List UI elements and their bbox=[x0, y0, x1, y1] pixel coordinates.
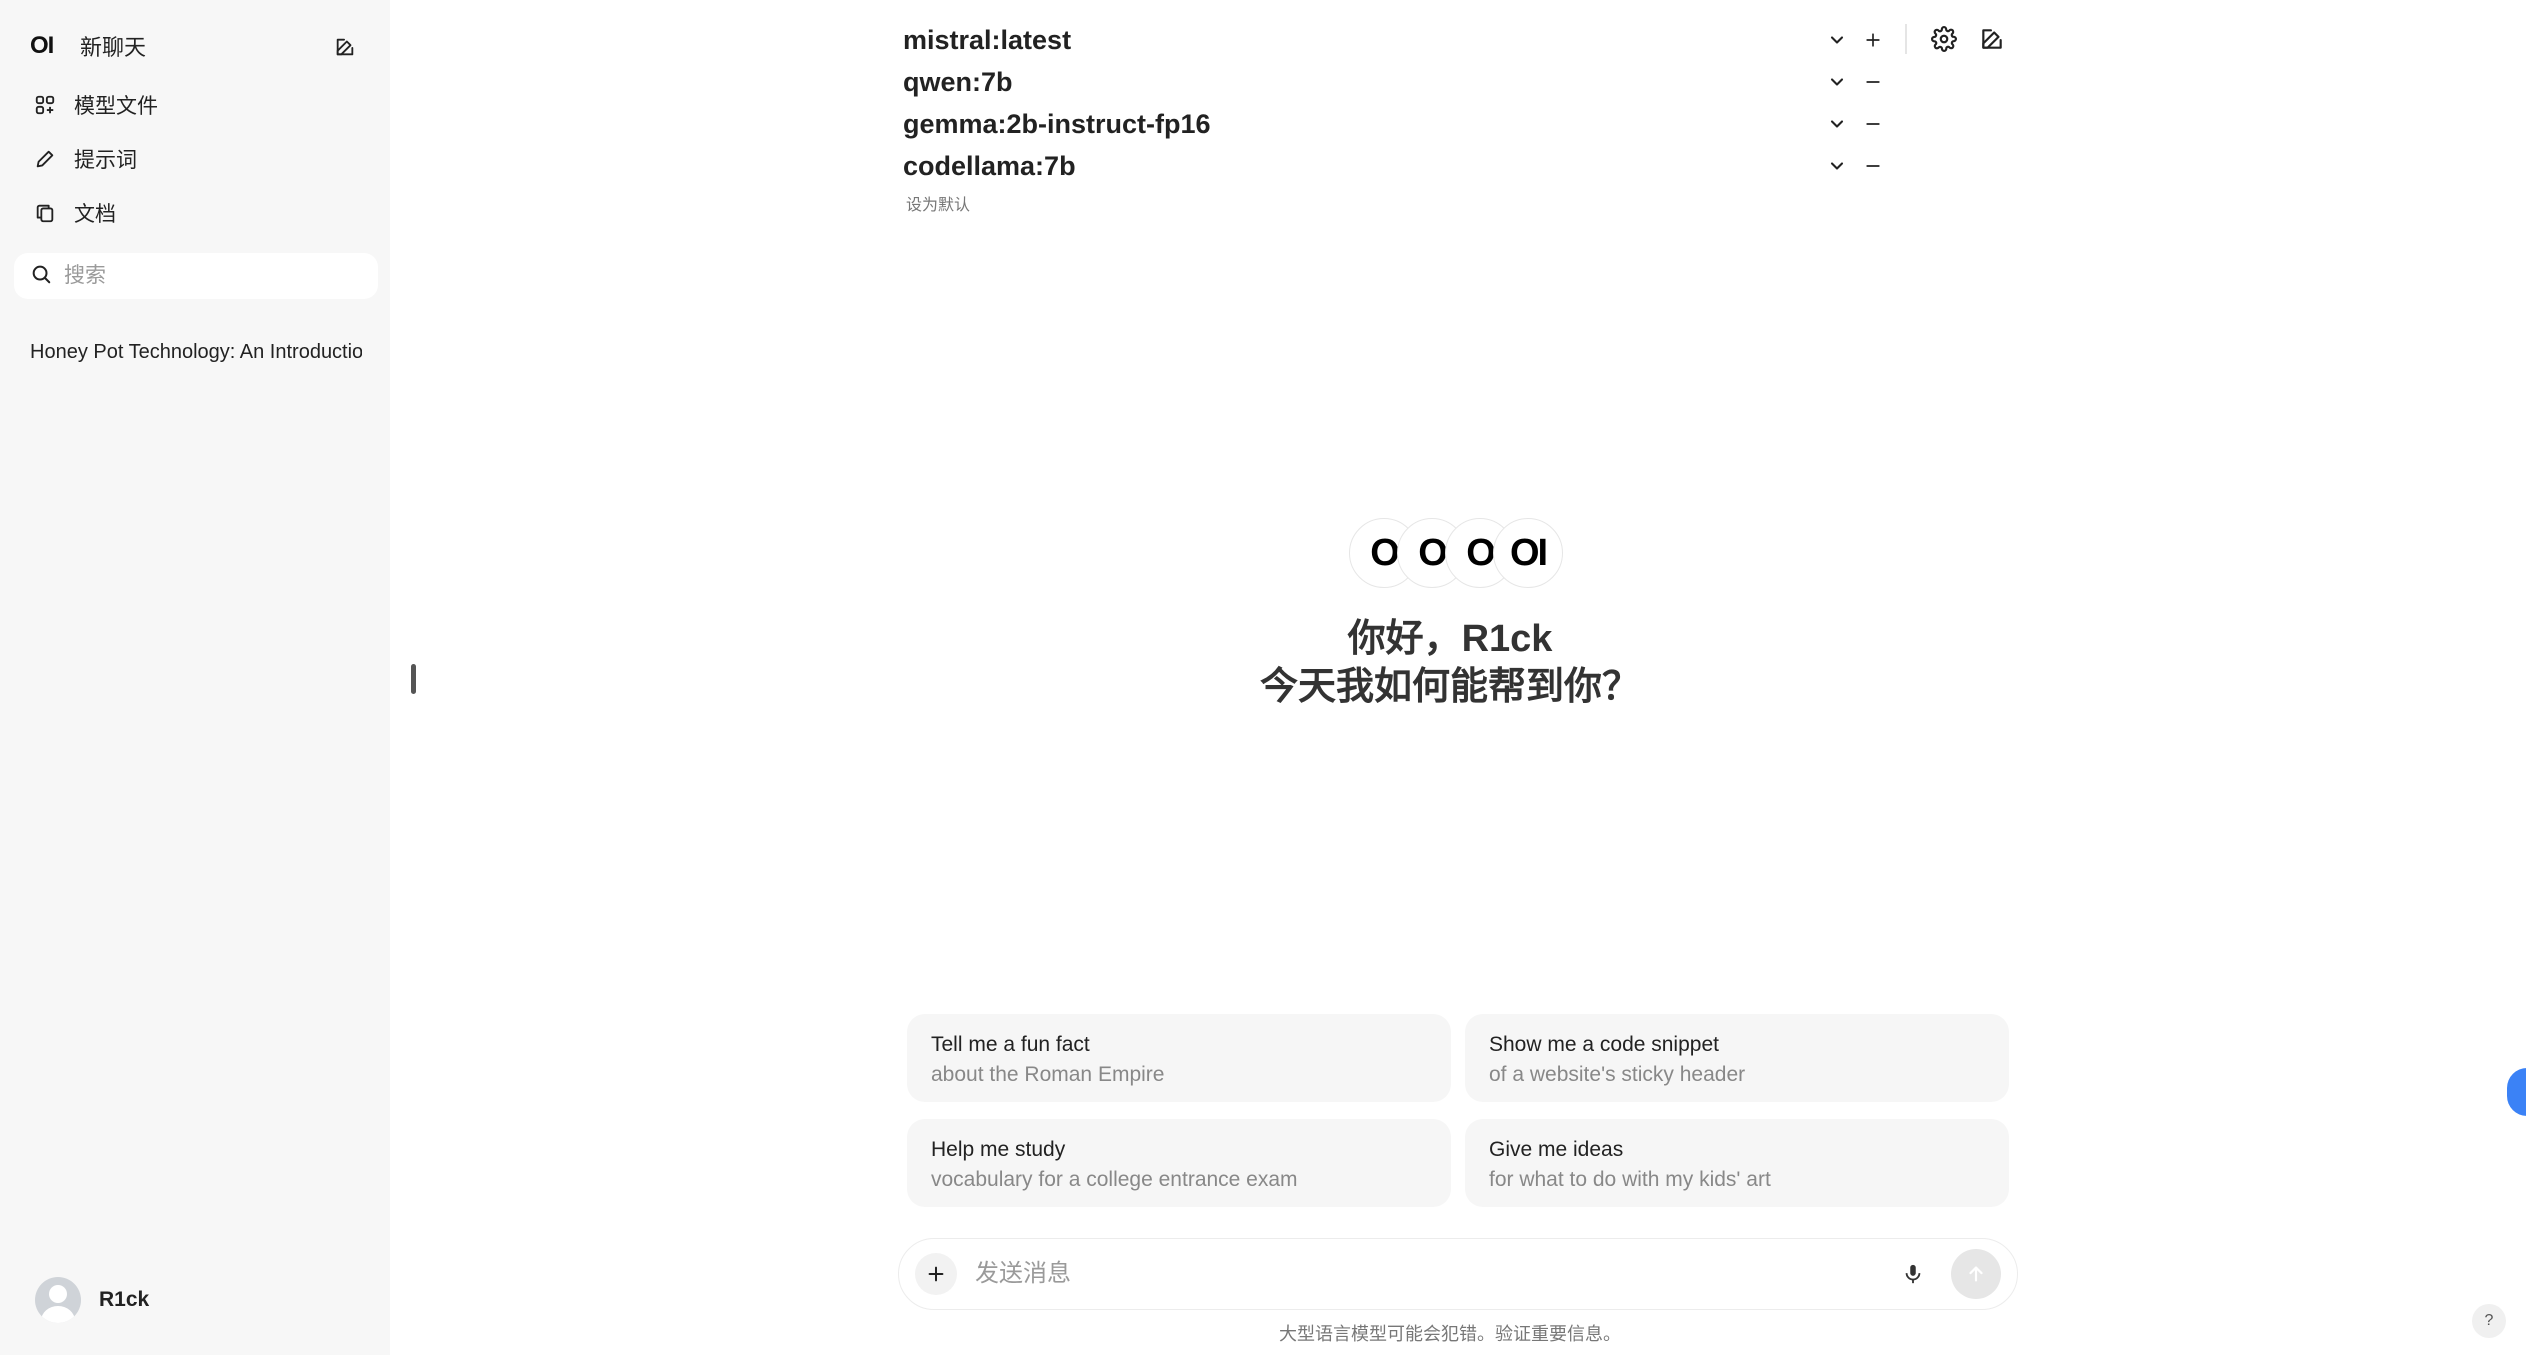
suggestion-title: Tell me a fun fact bbox=[931, 1033, 1090, 1056]
greeting-line2: 今天我如何能帮到你？ bbox=[1259, 666, 1640, 708]
suggestion-title: Give me ideas bbox=[1489, 1138, 1624, 1161]
gear-icon[interactable] bbox=[1927, 22, 1961, 56]
model-selector-row[interactable]: mistral:latest bbox=[903, 20, 1883, 60]
microphone-icon[interactable] bbox=[1893, 1254, 1933, 1294]
compose-icon[interactable] bbox=[330, 32, 360, 62]
set-default-link[interactable]: 设为默认 bbox=[906, 191, 970, 215]
top-right-toolbar bbox=[1905, 22, 2023, 56]
suggestion-card[interactable]: Give me ideas for what to do with my kid… bbox=[1465, 1119, 2009, 1207]
new-chat-label[interactable]: 新聊天 bbox=[80, 30, 146, 62]
new-chat-icon[interactable] bbox=[1975, 22, 2009, 56]
search-box[interactable] bbox=[14, 253, 378, 299]
suggestion-subtitle: of a website's sticky header bbox=[1489, 1063, 1746, 1086]
model-name[interactable]: qwen:7b bbox=[903, 67, 1013, 98]
side-panel-tab[interactable] bbox=[2507, 1068, 2526, 1116]
suggestion-title: Show me a code snippet bbox=[1489, 1033, 1719, 1056]
add-model-button[interactable] bbox=[1859, 26, 1887, 54]
suggestion-card[interactable]: Show me a code snippet of a website's st… bbox=[1465, 1014, 2009, 1102]
send-button[interactable] bbox=[1951, 1249, 2001, 1299]
message-composer bbox=[898, 1238, 2018, 1310]
sidebar-item-documents[interactable]: 文档 bbox=[30, 193, 116, 233]
model-name[interactable]: mistral:latest bbox=[903, 25, 1071, 56]
suggestion-subtitle: vocabulary for a college entrance exam bbox=[931, 1168, 1298, 1191]
chevron-down-icon[interactable] bbox=[1823, 68, 1851, 96]
model-selector-row[interactable]: qwen:7b bbox=[903, 62, 1883, 102]
sidebar-item-modelfiles[interactable]: 模型文件 bbox=[30, 85, 158, 125]
user-menu[interactable]: R1ck bbox=[35, 1277, 149, 1323]
app-root: OI 新聊天 模型文件 提示词 文档 搜索 Honey Pot Technolo… bbox=[0, 0, 2526, 1355]
sidebar-item-label: 提示词 bbox=[74, 149, 137, 172]
sidebar-item-label: 模型文件 bbox=[74, 95, 158, 118]
sidebar-resize-handle[interactable] bbox=[411, 664, 416, 694]
chevron-down-icon[interactable] bbox=[1823, 26, 1851, 54]
sidebar-item-prompts[interactable]: 提示词 bbox=[30, 139, 137, 179]
model-logo: OI bbox=[1493, 518, 1563, 588]
remove-model-button[interactable] bbox=[1859, 152, 1887, 180]
divider bbox=[1905, 24, 1907, 54]
pencil-icon bbox=[30, 144, 60, 174]
user-name: R1ck bbox=[99, 1288, 150, 1311]
attach-button[interactable] bbox=[915, 1253, 957, 1295]
help-button[interactable]: ? bbox=[2472, 1304, 2506, 1338]
remove-model-button[interactable] bbox=[1859, 110, 1887, 138]
chat-history-item[interactable]: Honey Pot Technology: An Introduction bbox=[30, 336, 362, 368]
suggestion-subtitle: about the Roman Empire bbox=[931, 1063, 1165, 1086]
suggestion-title: Help me study bbox=[931, 1138, 1066, 1161]
search-input[interactable] bbox=[64, 264, 354, 288]
chevron-down-icon[interactable] bbox=[1823, 110, 1851, 138]
sidebar: OI 新聊天 模型文件 提示词 文档 搜索 Honey Pot Technolo… bbox=[0, 0, 390, 1355]
sidebar-item-label: 文档 bbox=[74, 203, 116, 226]
suggestion-card[interactable]: Tell me a fun fact about the Roman Empir… bbox=[907, 1014, 1451, 1102]
model-logos: O O O OI bbox=[1349, 518, 1569, 588]
greeting-line1: 你好，R1ck bbox=[1347, 618, 1553, 660]
disclaimer: 大型语言模型可能会犯错。验证重要信息。 bbox=[1279, 1324, 1621, 1344]
suggestion-subtitle: for what to do with my kids' art bbox=[1489, 1168, 1771, 1191]
model-selector-row[interactable]: codellama:7b bbox=[903, 146, 1883, 186]
model-name[interactable]: gemma:2b-instruct-fp16 bbox=[903, 109, 1211, 140]
model-selector-row[interactable]: gemma:2b-instruct-fp16 bbox=[903, 104, 1883, 144]
logo: OI bbox=[30, 32, 54, 59]
remove-model-button[interactable] bbox=[1859, 68, 1887, 96]
grid-icon bbox=[30, 90, 60, 120]
avatar[interactable] bbox=[35, 1277, 81, 1323]
chevron-down-icon[interactable] bbox=[1823, 152, 1851, 180]
suggestion-card[interactable]: Help me study vocabulary for a college e… bbox=[907, 1119, 1451, 1207]
model-name[interactable]: codellama:7b bbox=[903, 151, 1076, 182]
search-icon bbox=[30, 263, 52, 290]
documents-icon bbox=[30, 198, 60, 228]
new-chat-row[interactable]: OI 新聊天 bbox=[30, 30, 360, 62]
message-input[interactable] bbox=[975, 1260, 1893, 1288]
